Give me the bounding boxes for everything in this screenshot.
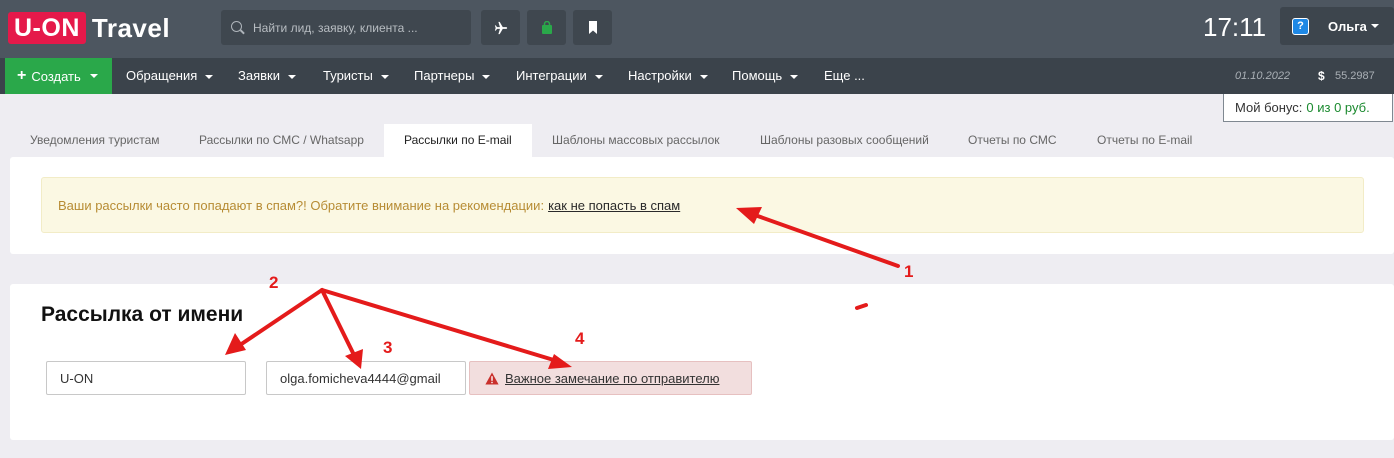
search-icon bbox=[231, 20, 245, 35]
user-name: Ольга bbox=[1328, 18, 1367, 34]
sender-name-field[interactable] bbox=[46, 361, 246, 395]
tab-sms-whatsapp[interactable]: Рассылки по СМС / Whatsapp bbox=[199, 124, 364, 157]
alert-text: Ваши рассылки часто попадают в спам?! Об… bbox=[58, 197, 545, 213]
chevron-down-icon bbox=[205, 74, 214, 79]
bag-icon bbox=[541, 20, 552, 34]
warning-icon bbox=[485, 372, 499, 384]
warning-label: Важное замечание по отправителю bbox=[505, 370, 720, 386]
chevron-down-icon bbox=[594, 74, 603, 79]
create-label: Создать bbox=[31, 68, 81, 84]
nav-item-more[interactable]: Еще ... bbox=[824, 58, 865, 94]
sender-title: Рассылка от имени bbox=[41, 303, 244, 326]
nav-item-partners[interactable]: Партнеры bbox=[414, 58, 491, 94]
tab-email-mailings[interactable]: Рассылки по E-mail bbox=[384, 124, 532, 157]
sender-warning-button[interactable]: Важное замечание по отправителю bbox=[469, 361, 752, 395]
annotation-label-4: 4 bbox=[575, 329, 585, 348]
create-button[interactable]: + Создать bbox=[5, 58, 112, 94]
nav-item-label: Обращения bbox=[126, 68, 198, 83]
bookmark-icon bbox=[588, 21, 597, 34]
current-date: 01.10.2022 bbox=[1235, 70, 1291, 82]
sender-email-field[interactable] bbox=[266, 361, 466, 395]
chevron-down-icon bbox=[287, 74, 296, 79]
nav-item-label: Заявки bbox=[238, 68, 280, 83]
annotation-label-2: 2 bbox=[269, 273, 279, 292]
main-nav: + Создать Обращения Заявки Туристы Партн… bbox=[0, 58, 1394, 94]
logo[interactable]: U-ON Travel bbox=[8, 12, 170, 44]
bag-button[interactable] bbox=[527, 10, 566, 45]
tab-email-reports[interactable]: Отчеты по E-mail bbox=[1097, 124, 1192, 157]
logo-box: U-ON bbox=[8, 12, 86, 44]
plane-button[interactable] bbox=[481, 10, 520, 45]
bonus-box: Мой бонус: 0 из 0 руб. bbox=[1223, 94, 1393, 122]
annotation-label-1: 1 bbox=[904, 262, 914, 281]
nav-item-label: Интеграции bbox=[516, 68, 587, 83]
nav-item-requests[interactable]: Обращения bbox=[126, 58, 214, 94]
search-box[interactable] bbox=[221, 10, 471, 45]
tab-single-templates[interactable]: Шаблоны разовых сообщений bbox=[760, 124, 929, 157]
balance-value: 55.2987 bbox=[1335, 70, 1375, 82]
spam-alert: Ваши рассылки часто попадают в спам?! Об… bbox=[41, 177, 1364, 233]
top-bar: U-ON Travel 17:11 ? Ольга bbox=[0, 0, 1394, 58]
chevron-down-icon bbox=[380, 74, 389, 79]
nav-item-label: Настройки bbox=[628, 68, 692, 83]
nav-item-orders[interactable]: Заявки bbox=[238, 58, 296, 94]
chevron-down-icon bbox=[89, 74, 98, 78]
plus-icon: + bbox=[17, 67, 27, 84]
clock: 17:11 bbox=[1203, 12, 1267, 42]
chevron-down-icon bbox=[482, 74, 491, 79]
spam-advice-link[interactable]: как не попасть в спам bbox=[548, 198, 680, 213]
bookmark-button[interactable] bbox=[573, 10, 612, 45]
nav-item-label: Помощь bbox=[732, 68, 783, 83]
nav-item-help[interactable]: Помощь bbox=[732, 58, 799, 94]
annotation-label-3: 3 bbox=[383, 338, 393, 357]
nav-item-settings[interactable]: Настройки bbox=[628, 58, 708, 94]
help-icon[interactable]: ? bbox=[1292, 17, 1309, 35]
nav-item-label: Еще ... bbox=[824, 68, 865, 83]
tab-tourist-notifications[interactable]: Уведомления туристам bbox=[30, 124, 160, 157]
user-menu[interactable]: ? Ольга bbox=[1280, 7, 1394, 45]
logo-text: Travel bbox=[91, 12, 171, 43]
nav-item-label: Партнеры bbox=[414, 68, 475, 83]
nav-item-integrations[interactable]: Интеграции bbox=[516, 58, 603, 94]
currency-sign: $ bbox=[1318, 69, 1325, 83]
bonus-label: Мой бонус: bbox=[1235, 100, 1303, 115]
nav-item-tourists[interactable]: Туристы bbox=[323, 58, 389, 94]
chevron-down-icon bbox=[699, 74, 708, 79]
chevron-down-icon bbox=[1370, 24, 1379, 28]
tab-mass-templates[interactable]: Шаблоны массовых рассылок bbox=[552, 124, 720, 157]
tab-sms-reports[interactable]: Отчеты по СМС bbox=[968, 124, 1057, 157]
chevron-down-icon bbox=[790, 74, 799, 79]
plane-icon bbox=[494, 21, 507, 34]
bonus-value: 0 из 0 руб. bbox=[1306, 100, 1370, 115]
search-input[interactable] bbox=[253, 20, 453, 35]
nav-item-label: Туристы bbox=[323, 68, 373, 83]
